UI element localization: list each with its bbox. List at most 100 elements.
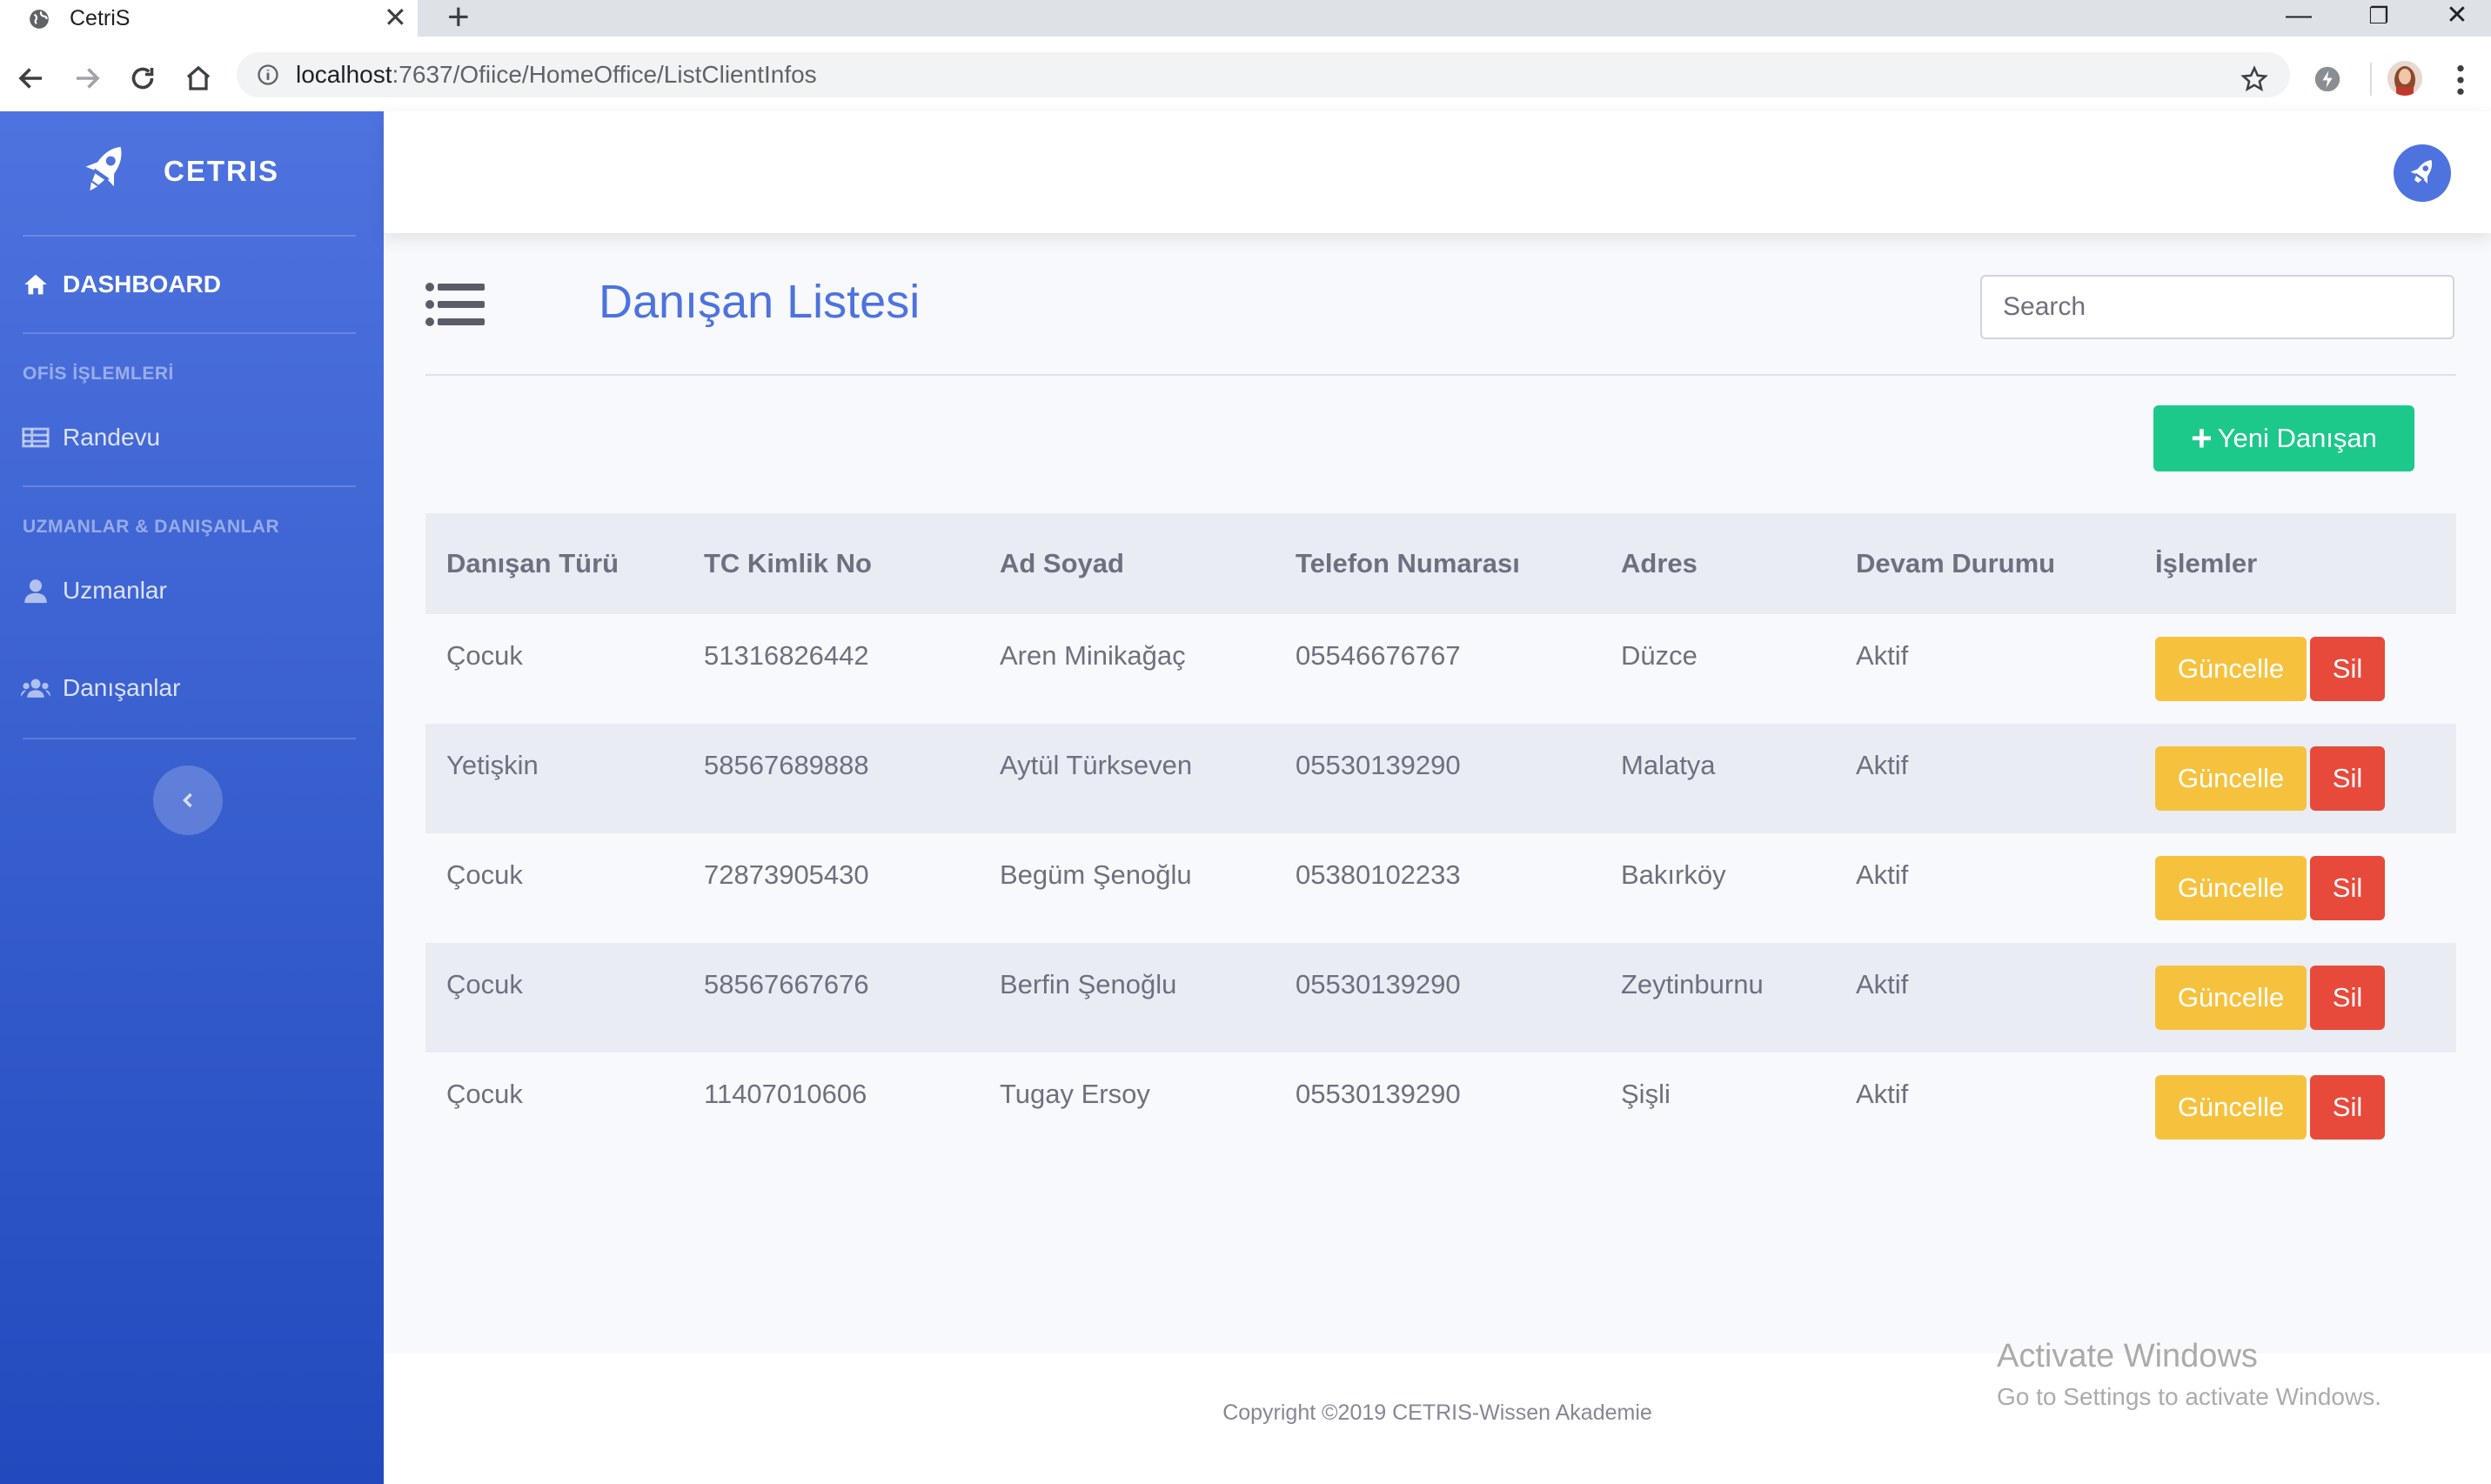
sidebar-item-label: Danışanlar xyxy=(63,674,181,701)
update-button[interactable]: Güncelle xyxy=(2155,746,2307,811)
cell-address: Zeytinburnu xyxy=(1621,969,1764,999)
plus-icon: + xyxy=(2191,418,2213,458)
table-row: Çocuk 58567667676 Berfin Şenoğlu 0553013… xyxy=(425,943,2456,1053)
restore-button[interactable]: ❐ xyxy=(2353,0,2405,31)
update-button[interactable]: Güncelle xyxy=(2155,1075,2307,1140)
cell-status: Aktif xyxy=(1856,1079,1909,1109)
sidebar-item-danisanlar[interactable]: Danışanlar xyxy=(21,666,180,710)
cell-address: Düzce xyxy=(1621,640,1697,671)
star-icon[interactable] xyxy=(2240,64,2269,94)
sidebar-divider xyxy=(23,332,356,334)
activation-watermark-subtitle: Go to Settings to activate Windows. xyxy=(1997,1383,2381,1410)
table-row: Yetişkin 58567689888 Aytül Türkseven 055… xyxy=(425,724,2456,833)
cell-phone: 05530139290 xyxy=(1296,750,1461,780)
main-content: Danışan Listesi + Yeni Danışan Danışan T… xyxy=(384,111,2491,1484)
extension-icon[interactable] xyxy=(2313,64,2342,94)
sidebar-item-label: Uzmanlar xyxy=(63,577,167,604)
cell-tc: 58567667676 xyxy=(704,969,869,999)
cell-address: Malatya xyxy=(1621,750,1716,780)
add-client-button[interactable]: + Yeni Danışan xyxy=(2153,405,2414,471)
column-header: Devam Durumu xyxy=(1835,513,2134,614)
column-header: İşlemler xyxy=(2134,513,2456,614)
delete-button[interactable]: Sil xyxy=(2310,856,2385,920)
sidebar-item-label: DASHBOARD xyxy=(63,271,221,297)
cell-phone: 05546676767 xyxy=(1296,640,1461,671)
browser-tabbar: CetriS ✕ + — ❐ ✕ xyxy=(0,0,2491,37)
home-icon xyxy=(24,274,47,295)
info-icon[interactable] xyxy=(256,63,280,87)
cell-status: Aktif xyxy=(1856,750,1909,780)
table-row: Çocuk 11407010606 Tugay Ersoy 0553013929… xyxy=(425,1053,2456,1162)
table-icon xyxy=(22,427,50,448)
cell-name: Berfin Şenoğlu xyxy=(1000,969,1177,999)
column-header: Danışan Türü xyxy=(425,513,683,614)
table-header-row: Danışan Türü TC Kimlik No Ad Soyad Telef… xyxy=(425,513,2456,614)
rocket-icon xyxy=(2410,159,2433,184)
back-icon[interactable] xyxy=(16,63,47,94)
menu-icon[interactable] xyxy=(2452,63,2469,97)
topbar xyxy=(384,111,2491,233)
address-bar[interactable]: localhost:7637/Ofiice/HomeOffice/ListCli… xyxy=(237,52,2290,97)
chevron-left-icon xyxy=(183,792,192,808)
sidebar-item-label: Randevu xyxy=(63,424,161,451)
forward-icon[interactable] xyxy=(71,63,103,94)
avatar[interactable] xyxy=(2387,61,2422,96)
update-button[interactable]: Güncelle xyxy=(2155,856,2307,920)
tab-title: CetriS xyxy=(70,6,131,30)
url-path: :7637/Ofiice/HomeOffice/ListClientInfos xyxy=(392,61,817,88)
cell-tc: 72873905430 xyxy=(704,859,869,890)
table-row: Çocuk 51316826442 Aren Minikağaç 0554667… xyxy=(425,614,2456,724)
sidebar-toggle-button[interactable] xyxy=(153,765,223,835)
column-header: TC Kimlik No xyxy=(683,513,979,614)
cell-type: Çocuk xyxy=(446,969,523,999)
url-host: localhost xyxy=(296,61,392,88)
sidebar-item-randevu[interactable]: Randevu xyxy=(21,416,160,459)
sidebar-heading-office: OFİS İŞLEMLERİ xyxy=(23,364,174,384)
cell-type: Çocuk xyxy=(446,859,523,890)
cell-type: Çocuk xyxy=(446,640,523,671)
cell-address: Şişli xyxy=(1621,1079,1671,1109)
sidebar-brand[interactable]: CETRIS xyxy=(0,111,384,233)
users-icon xyxy=(21,678,50,698)
delete-button[interactable]: Sil xyxy=(2310,966,2385,1030)
user-menu-button[interactable] xyxy=(2394,144,2451,202)
cell-name: Tugay Ersoy xyxy=(1000,1079,1150,1109)
update-button[interactable]: Güncelle xyxy=(2155,637,2307,701)
sidebar-item-dashboard[interactable]: DASHBOARD xyxy=(21,263,221,306)
close-icon[interactable]: ✕ xyxy=(384,2,407,33)
sidebar-divider xyxy=(23,738,356,739)
browser-tab[interactable]: CetriS ✕ xyxy=(0,0,418,37)
list-icon[interactable] xyxy=(425,280,485,329)
column-header: Adres xyxy=(1600,513,1835,614)
cell-tc: 11407010606 xyxy=(704,1079,867,1109)
delete-button[interactable]: Sil xyxy=(2310,746,2385,811)
plus-icon[interactable]: + xyxy=(447,0,470,37)
window-close-button[interactable]: ✕ xyxy=(2431,0,2483,31)
sidebar-heading-experts: UZMANLAR & DANIŞANLAR xyxy=(23,517,280,537)
sidebar-divider xyxy=(23,235,356,237)
cell-status: Aktif xyxy=(1856,969,1909,999)
reload-icon[interactable] xyxy=(127,63,158,94)
sidebar-item-uzmanlar[interactable]: Uzmanlar xyxy=(21,569,167,612)
delete-button[interactable]: Sil xyxy=(2310,1075,2385,1140)
user-icon xyxy=(24,579,47,604)
search-input[interactable] xyxy=(1980,275,2454,339)
delete-button[interactable]: Sil xyxy=(2310,637,2385,701)
address-url: localhost:7637/Ofiice/HomeOffice/ListCli… xyxy=(296,60,817,90)
globe-icon xyxy=(30,10,49,29)
cell-type: Yetişkin xyxy=(446,750,539,780)
update-button[interactable]: Güncelle xyxy=(2155,966,2307,1030)
minimize-button[interactable]: — xyxy=(2273,0,2325,31)
cell-address: Bakırköy xyxy=(1621,859,1726,890)
cell-phone: 05530139290 xyxy=(1296,1079,1461,1109)
column-header: Telefon Numarası xyxy=(1275,513,1600,614)
home-icon[interactable] xyxy=(183,63,214,94)
sidebar-divider xyxy=(23,485,356,487)
cell-type: Çocuk xyxy=(446,1079,523,1109)
cell-status: Aktif xyxy=(1856,640,1909,671)
client-table: Danışan Türü TC Kimlik No Ad Soyad Telef… xyxy=(425,513,2456,1162)
cell-phone: 05530139290 xyxy=(1296,969,1461,999)
brand-name: CETRIS xyxy=(164,155,280,187)
table-row: Çocuk 72873905430 Begüm Şenoğlu 05380102… xyxy=(425,833,2456,943)
header-divider xyxy=(425,374,2456,376)
